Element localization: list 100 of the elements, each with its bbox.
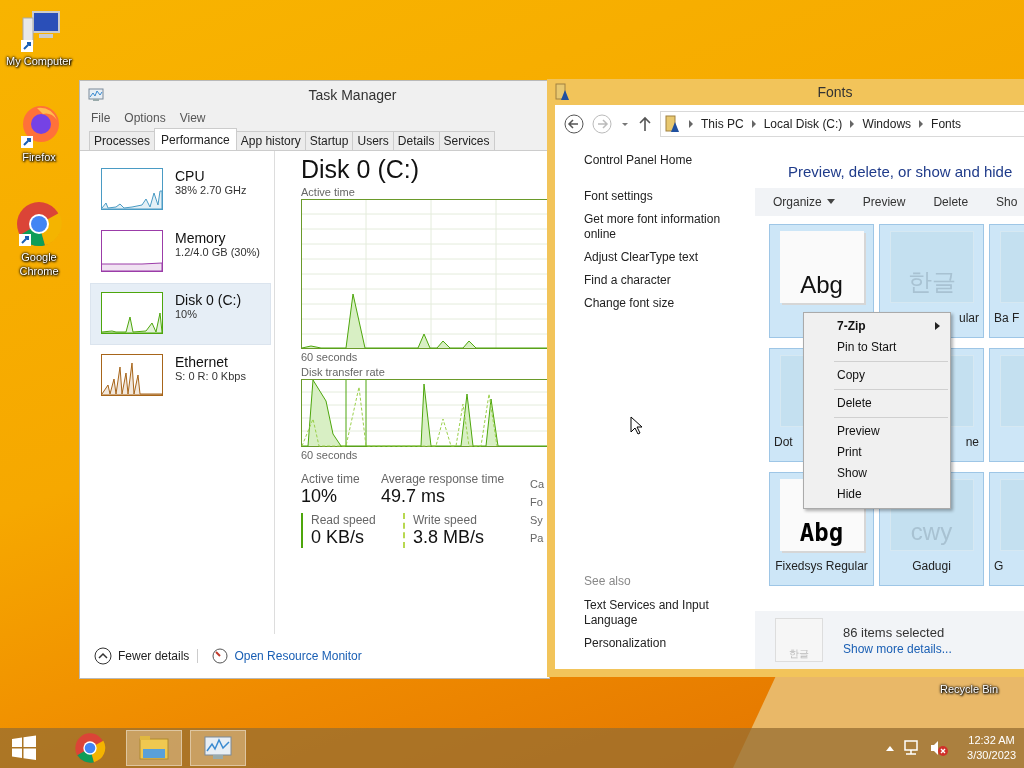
sidebar-link[interactable]: Find a character	[584, 273, 755, 288]
mouse-pointer-icon	[630, 416, 642, 435]
sidebar-link[interactable]: Control Panel Home	[584, 153, 755, 168]
tab[interactable]: Performance	[154, 128, 237, 150]
menu-item[interactable]: Copy	[804, 365, 950, 386]
chart-label: Active time	[301, 186, 356, 198]
chevron-icon[interactable]	[849, 120, 856, 128]
address-bar[interactable]: This PC Local Disk (C:) Windows Fonts	[660, 111, 1024, 137]
chart-label: Disk transfer rate	[301, 366, 386, 378]
resource-detail: 1.2/4.0 GB (30%)	[175, 246, 260, 258]
details-link[interactable]: Show more details...	[843, 641, 952, 656]
stat-label: Pa	[530, 531, 545, 546]
resource-item[interactable]: Memory 1.2/4.0 GB (30%)	[90, 221, 271, 283]
resource-item[interactable]: Disk 0 (C:) 10%	[90, 283, 271, 345]
tab[interactable]: Processes	[89, 131, 156, 150]
up-arrow-icon[interactable]	[638, 116, 652, 132]
stat-label: Average response time	[381, 472, 506, 486]
speaker-muted-icon[interactable]	[929, 739, 950, 757]
caret-up-icon[interactable]	[885, 744, 896, 752]
resource-item[interactable]: CPU 38% 2.70 GHz	[90, 159, 271, 221]
font-preview-text: Abg	[799, 519, 844, 547]
font-folder-icon	[555, 83, 571, 101]
axis-label: 60 seconds	[301, 449, 359, 461]
section-heading: See also	[584, 574, 632, 588]
toolbar-button[interactable]: Preview	[862, 195, 906, 209]
resource-detail: S: 0 R: 0 Kbps	[175, 370, 246, 382]
gauge-icon[interactable]	[212, 648, 229, 664]
tab[interactable]: Startup	[304, 131, 354, 150]
chevron-icon[interactable]	[688, 120, 694, 128]
chrome-icon[interactable]	[15, 200, 63, 248]
menu-item[interactable]: Pin to Start	[804, 337, 950, 358]
sidebar-link[interactable]: Get more font information online	[584, 212, 755, 242]
clock-date[interactable]: 3/30/2023	[967, 748, 1016, 763]
monitor-chart-icon	[203, 735, 233, 761]
stat-value: 0 KB/s	[311, 527, 366, 548]
menu-item[interactable]: Delete	[804, 393, 950, 414]
resource-name: Memory	[175, 230, 227, 246]
font-name: Ba F	[993, 311, 1021, 325]
resource-name: Ethernet	[175, 354, 229, 370]
font-preview-text: Abg	[800, 271, 843, 299]
window-title: Task Manager	[307, 86, 398, 103]
resource-detail: 38% 2.70 GHz	[175, 184, 247, 196]
sidebar-link[interactable]: Change font size	[584, 296, 755, 311]
menu-item[interactable]: Preview	[804, 421, 950, 442]
sidebar-link[interactable]: Font settings	[584, 189, 755, 204]
font-folder-icon	[665, 115, 681, 133]
font-name: Dot	[773, 435, 794, 449]
menu-item[interactable]: Options	[124, 111, 166, 125]
resource-name: CPU	[175, 168, 206, 184]
font-tile[interactable]: G	[989, 472, 1024, 586]
axis-label: 60 seconds	[301, 351, 359, 363]
tab[interactable]: Users	[352, 131, 394, 150]
disk-heading: Disk 0 (C:)	[301, 155, 421, 184]
chrome-icon	[74, 732, 106, 764]
tab[interactable]: Services	[438, 131, 495, 150]
stat-value: 3.8 MB/s	[413, 527, 483, 548]
menu-item[interactable]: View	[179, 111, 206, 125]
stat-value: 49.7 ms	[381, 486, 447, 507]
page-heading: Preview, delete, or show and hide	[788, 163, 1014, 180]
clock-time[interactable]: 12:32 AM	[968, 733, 1015, 748]
font-tile[interactable]: Ba F	[989, 224, 1024, 338]
monitor-chart-icon	[88, 86, 104, 103]
font-name: ne	[964, 435, 980, 449]
menu-item[interactable]: Print	[804, 442, 950, 463]
submenu-arrow-icon	[935, 322, 940, 330]
breadcrumb-item[interactable]: Windows	[862, 117, 912, 131]
breadcrumb-item[interactable]: Local Disk (C:)	[763, 117, 843, 131]
breadcrumb-item[interactable]: This PC	[701, 117, 744, 131]
stat-value: 10%	[301, 486, 339, 507]
fewer-details-button[interactable]: Fewer details	[118, 649, 199, 663]
stat-label: Fo	[530, 495, 544, 510]
toolbar-button[interactable]: Sho	[996, 195, 1018, 209]
folder-icon	[139, 735, 169, 761]
sidebar-link[interactable]: Text Services and Input Language	[584, 598, 755, 628]
resource-monitor-link[interactable]: Open Resource Monitor	[234, 649, 362, 663]
tab[interactable]: App history	[235, 131, 306, 150]
font-name: Gadugi	[911, 559, 952, 573]
window-title: Fonts	[816, 84, 854, 100]
stat-label: Active time	[301, 472, 359, 486]
chevron-icon[interactable]	[918, 120, 925, 128]
breadcrumb-item[interactable]: Fonts	[931, 117, 962, 131]
font-name: G	[993, 559, 1005, 573]
resource-detail: 10%	[175, 308, 199, 320]
start-button[interactable]	[10, 734, 38, 762]
menu-item[interactable]: File	[91, 111, 111, 125]
stat-label: Sy	[530, 513, 544, 528]
sidebar-link[interactable]: Personalization	[584, 636, 755, 651]
tab[interactable]: Details	[392, 131, 440, 150]
chevron-icon[interactable]	[750, 120, 757, 128]
caret-icon	[826, 199, 835, 205]
resource-name: Disk 0 (C:)	[175, 292, 242, 308]
collapse-icon[interactable]	[94, 647, 112, 665]
stat-label: Read speed	[311, 513, 377, 527]
task-manager-taskbar-button[interactable]	[190, 730, 246, 766]
resource-item[interactable]: Ethernet S: 0 R: 0 Kbps	[90, 345, 271, 407]
sidebar-link[interactable]: Adjust ClearType text	[584, 250, 755, 265]
back-icon[interactable]	[564, 114, 584, 134]
stat-label: Ca	[530, 477, 545, 492]
toolbar-button[interactable]: Delete	[933, 195, 969, 209]
toolbar-button[interactable]: Organize	[773, 195, 835, 209]
